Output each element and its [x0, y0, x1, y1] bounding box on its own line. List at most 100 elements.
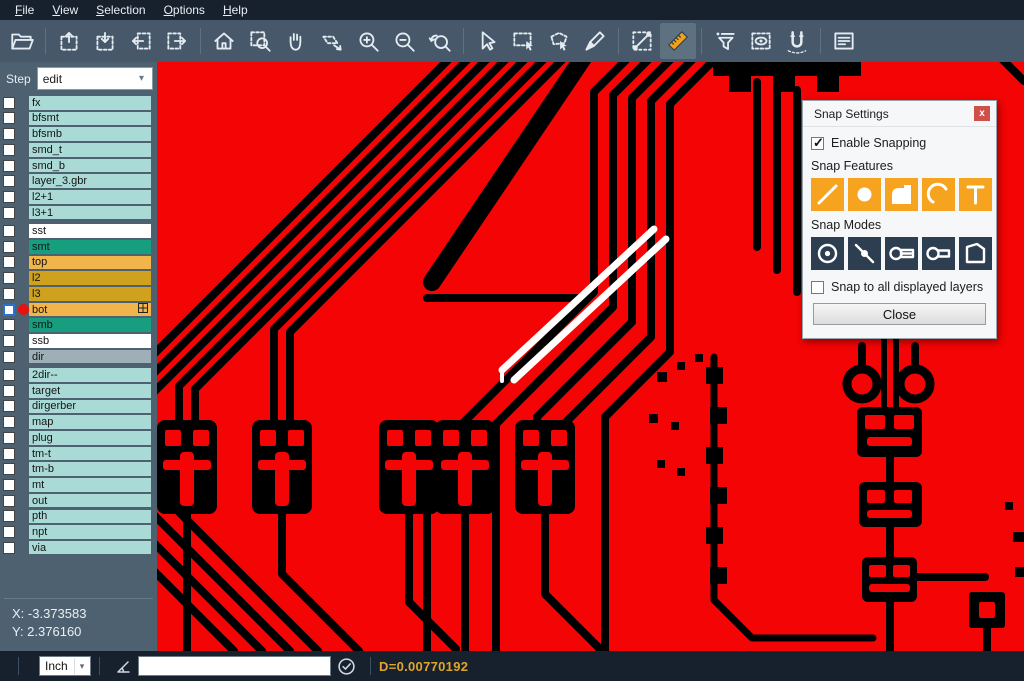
- layer-checkbox-smt[interactable]: [3, 241, 15, 253]
- layer-label-mt[interactable]: mt: [29, 478, 151, 492]
- apply-check-icon[interactable]: [337, 657, 356, 676]
- layer-label-bfsmt[interactable]: bfsmt: [29, 112, 151, 126]
- layer-checkbox-ssb[interactable]: [3, 335, 15, 347]
- layer-label-l2+1[interactable]: l2+1: [29, 190, 151, 204]
- layer-label-bfsmb[interactable]: bfsmb: [29, 127, 151, 141]
- import-down-button[interactable]: [87, 23, 123, 59]
- panel-list-button[interactable]: [826, 23, 862, 59]
- layer-label-pth[interactable]: pth: [29, 510, 151, 524]
- menu-options[interactable]: Options: [155, 1, 214, 19]
- layer-checkbox-npt[interactable]: [3, 526, 15, 538]
- snap-mode-center-button[interactable]: [811, 237, 844, 270]
- layer-label-smd_b[interactable]: smd_b: [29, 159, 151, 173]
- dialog-title-bar[interactable]: Snap Settings x: [803, 101, 996, 127]
- snap-mode-line-point-button[interactable]: [848, 237, 881, 270]
- export-left-button[interactable]: [123, 23, 159, 59]
- open-button[interactable]: [4, 23, 40, 59]
- layer-label-smd_t[interactable]: smd_t: [29, 143, 151, 157]
- home-view-button[interactable]: [206, 23, 242, 59]
- step-select[interactable]: edit ▾: [37, 67, 153, 90]
- layer-label-top[interactable]: top: [29, 256, 151, 270]
- layer-checkbox-l3+1[interactable]: [3, 207, 15, 219]
- layer-checkbox-sst[interactable]: [3, 225, 15, 237]
- layer-label-tm-b[interactable]: tm-b: [29, 462, 151, 476]
- layer-label-map[interactable]: map: [29, 415, 151, 429]
- layer-label-smb[interactable]: smb: [29, 318, 151, 332]
- layer-label-dirgerber[interactable]: dirgerber: [29, 400, 151, 414]
- menu-view[interactable]: View: [43, 1, 87, 19]
- layer-checkbox-2dir--[interactable]: [3, 369, 15, 381]
- ruler-button[interactable]: [660, 23, 696, 59]
- layer-checkbox-smb[interactable]: [3, 319, 15, 331]
- pcb-canvas[interactable]: Snap Settings x Enable Snapping Snap Fea…: [157, 62, 1024, 651]
- layer-label-sst[interactable]: sst: [29, 224, 151, 238]
- layer-checkbox-mt[interactable]: [3, 479, 15, 491]
- layer-checkbox-top[interactable]: [3, 256, 15, 268]
- layer-label-smt[interactable]: smt: [29, 240, 151, 254]
- select-polygon-button[interactable]: [541, 23, 577, 59]
- layer-checkbox-tm-b[interactable]: [3, 463, 15, 475]
- layer-checkbox-out[interactable]: [3, 495, 15, 507]
- enable-snapping-checkbox[interactable]: [811, 137, 824, 150]
- layer-label-bot[interactable]: bot: [29, 303, 151, 317]
- layer-label-fx[interactable]: fx: [29, 96, 151, 110]
- export-right-button[interactable]: [159, 23, 195, 59]
- layer-label-via[interactable]: via: [29, 541, 151, 555]
- layer-checkbox-l2+1[interactable]: [3, 191, 15, 203]
- layer-label-plug[interactable]: plug: [29, 431, 151, 445]
- layer-checkbox-dir[interactable]: [3, 351, 15, 363]
- dialog-close-action-button[interactable]: Close: [813, 303, 986, 325]
- import-up-button[interactable]: [51, 23, 87, 59]
- pan-button[interactable]: [278, 23, 314, 59]
- layer-label-l3+1[interactable]: l3+1: [29, 206, 151, 220]
- zoom-in-button[interactable]: [350, 23, 386, 59]
- layer-checkbox-target[interactable]: [3, 385, 15, 397]
- measure-input[interactable]: [138, 656, 331, 676]
- snap-mode-pad-outline-button[interactable]: [922, 237, 955, 270]
- zoom-previous-button[interactable]: [422, 23, 458, 59]
- layer-checkbox-smd_t[interactable]: [3, 144, 15, 156]
- layer-checkbox-tm-t[interactable]: [3, 448, 15, 460]
- layer-label-layer_3.gbr[interactable]: layer_3.gbr: [29, 174, 151, 188]
- snap-all-layers-checkbox[interactable]: [811, 281, 824, 294]
- move-shape-button[interactable]: [314, 23, 350, 59]
- snap-feature-surface-button[interactable]: [885, 178, 918, 211]
- menu-selection[interactable]: Selection: [87, 1, 154, 19]
- layer-label-2dir--[interactable]: 2dir--: [29, 368, 151, 382]
- view-region-button[interactable]: [743, 23, 779, 59]
- layer-label-target[interactable]: target: [29, 384, 151, 398]
- unit-select[interactable]: Inch ▾: [39, 656, 91, 676]
- layer-label-ssb[interactable]: ssb: [29, 334, 151, 348]
- layer-checkbox-l3[interactable]: [3, 288, 15, 300]
- layer-label-out[interactable]: out: [29, 494, 151, 508]
- select-button[interactable]: [469, 23, 505, 59]
- layer-checkbox-map[interactable]: [3, 416, 15, 428]
- layer-checkbox-layer_3.gbr[interactable]: [3, 175, 15, 187]
- select-rectangle-button[interactable]: [505, 23, 541, 59]
- zoom-out-button[interactable]: [386, 23, 422, 59]
- layer-checkbox-bfsmb[interactable]: [3, 128, 15, 140]
- zoom-area-button[interactable]: [242, 23, 278, 59]
- menu-help[interactable]: Help: [214, 1, 257, 19]
- layer-checkbox-pth[interactable]: [3, 510, 15, 522]
- snap-mode-surface-corner-button[interactable]: [959, 237, 992, 270]
- snap-feature-line-button[interactable]: [811, 178, 844, 211]
- filter-button[interactable]: [707, 23, 743, 59]
- layer-checkbox-smd_b[interactable]: [3, 160, 15, 172]
- dialog-close-button[interactable]: x: [974, 106, 990, 121]
- clean-button[interactable]: [577, 23, 613, 59]
- layer-checkbox-bfsmt[interactable]: [3, 112, 15, 124]
- snap-magnet-button[interactable]: [779, 23, 815, 59]
- layer-label-npt[interactable]: npt: [29, 525, 151, 539]
- snap-feature-arc-button[interactable]: [922, 178, 955, 211]
- snap-feature-text-button[interactable]: [959, 178, 992, 211]
- layer-checkbox-plug[interactable]: [3, 432, 15, 444]
- layer-checkbox-fx[interactable]: [3, 97, 15, 109]
- menu-file[interactable]: File: [6, 1, 43, 19]
- layer-checkbox-l2[interactable]: [3, 272, 15, 284]
- layer-checkbox-dirgerber[interactable]: [3, 400, 15, 412]
- layer-checkbox-bot[interactable]: [3, 304, 15, 316]
- layer-checkbox-via[interactable]: [3, 542, 15, 554]
- layer-label-l2[interactable]: l2: [29, 271, 151, 285]
- snap-feature-pad-button[interactable]: [848, 178, 881, 211]
